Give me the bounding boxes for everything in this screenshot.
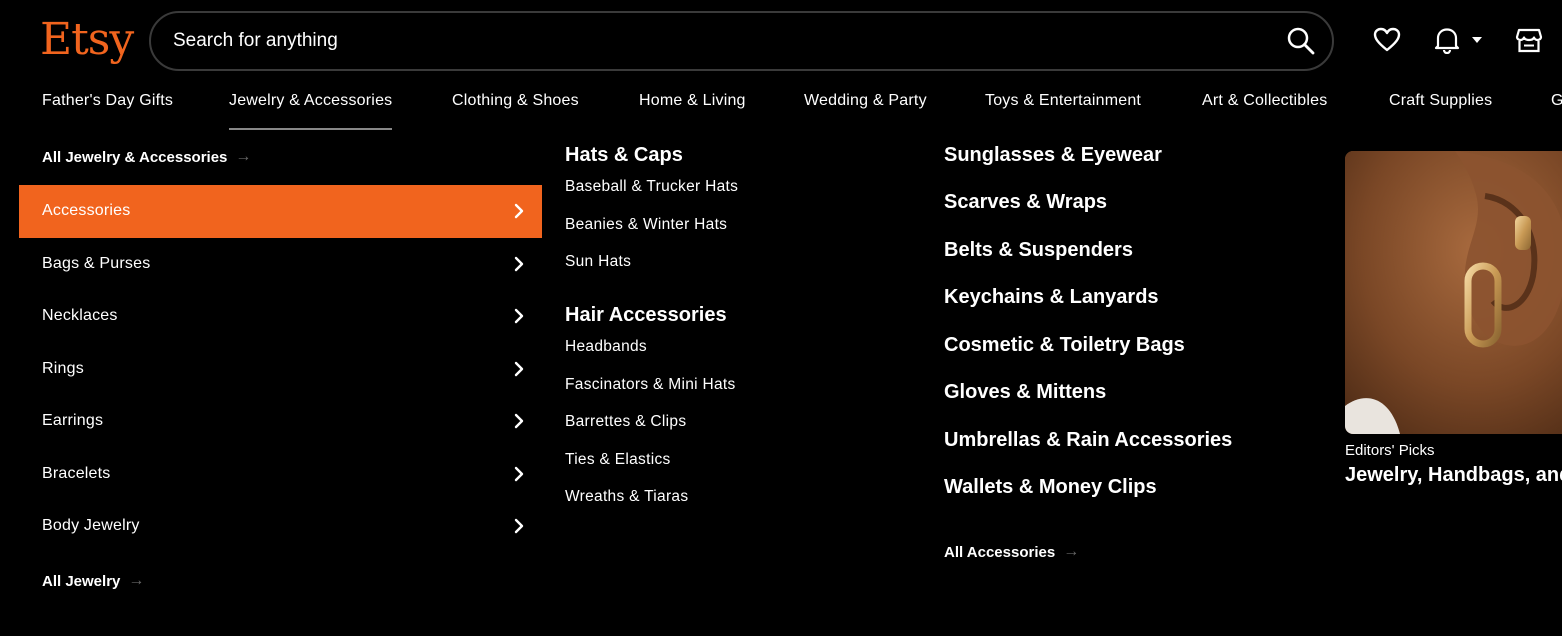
subcategory-bracelets[interactable]: Bracelets [19,448,542,501]
shop-icon[interactable] [1515,26,1543,54]
link-beanies-winter-hats[interactable]: Beanies & Winter Hats [565,216,727,234]
category-art-collectibles[interactable]: Art & Collectibles [1202,92,1327,110]
etsy-page: Etsy Father's Day Gifts Jewelry & Access… [0,0,1562,636]
search-icon[interactable] [1286,26,1316,56]
editors-picks-title[interactable]: Jewelry, Handbags, and [1345,464,1562,487]
heart-icon[interactable] [1373,27,1401,53]
all-link-label: All Jewelry & Accessories [42,148,228,166]
link-cosmetic-toiletry-bags[interactable]: Cosmetic & Toiletry Bags [944,334,1185,357]
etsy-logo[interactable]: Etsy [40,12,134,68]
subcategory-label: Bags & Purses [42,254,151,272]
subcategory-rings[interactable]: Rings [19,343,542,396]
all-jewelry-accessories-link[interactable]: All Jewelry & Accessories → [42,148,251,166]
category-nav: Father's Day Gifts Jewelry & Accessories… [0,80,1562,130]
link-baseball-trucker-hats[interactable]: Baseball & Trucker Hats [565,178,738,196]
arrow-right-icon: → [235,148,252,165]
link-wallets-money-clips[interactable]: Wallets & Money Clips [944,476,1157,499]
chevron-right-icon [514,466,524,481]
link-keychains-lanyards[interactable]: Keychains & Lanyards [944,286,1159,309]
arrow-right-icon: → [128,572,145,589]
subcategory-label: Body Jewelry [42,517,140,535]
chevron-right-icon [514,256,524,271]
category-clothing-shoes[interactable]: Clothing & Shoes [452,92,579,110]
chevron-right-icon [514,308,524,324]
link-fascinators-mini-hats[interactable]: Fascinators & Mini Hats [565,376,736,394]
editors-picks-label: Editors' Picks [1345,442,1435,459]
chevron-right-icon [514,361,524,376]
all-link-label: All Jewelry [42,572,121,590]
all-jewelry-link[interactable]: All Jewelry → [42,572,144,590]
link-wreaths-tiaras[interactable]: Wreaths & Tiaras [565,488,688,506]
subcategory-earrings[interactable]: Earrings [19,395,542,448]
subcategory-label: Rings [42,359,84,377]
link-ties-elastics[interactable]: Ties & Elastics [565,451,671,469]
earring-photo-illustration [1345,151,1562,434]
chevron-right-icon [514,413,524,429]
link-headbands[interactable]: Headbands [565,338,647,356]
editors-picks-image[interactable] [1345,151,1562,434]
group-title-hair-accessories[interactable]: Hair Accessories [565,304,727,327]
category-wedding-party[interactable]: Wedding & Party [804,92,927,110]
chevron-right-icon [514,518,524,534]
subcategory-label: Accessories [42,202,131,220]
category-toys-entertainment[interactable]: Toys & Entertainment [985,92,1141,110]
link-belts-suspenders[interactable]: Belts & Suspenders [944,239,1133,262]
search-input[interactable] [173,13,1253,69]
subcategory-label: Necklaces [42,307,118,325]
group-title-hats-caps[interactable]: Hats & Caps [565,144,683,167]
arrow-right-icon: → [1063,543,1080,560]
chevron-right-icon [514,203,524,219]
subcategory-label: Earrings [42,412,104,430]
bell-icon[interactable] [1434,26,1460,54]
subcategory-label: Bracelets [42,464,111,482]
category-fathers-day[interactable]: Father's Day Gifts [42,92,173,110]
all-accessories-link[interactable]: All Accessories → [944,543,1079,561]
link-sun-hats[interactable]: Sun Hats [565,253,631,271]
category-home-living[interactable]: Home & Living [639,92,746,110]
category-gifts-truncated[interactable]: G [1551,92,1562,110]
subcategory-bags-purses[interactable]: Bags & Purses [19,238,542,291]
link-sunglasses-eyewear[interactable]: Sunglasses & Eyewear [944,144,1162,167]
all-link-label: All Accessories [944,543,1056,561]
subcategory-body-jewelry[interactable]: Body Jewelry [19,500,542,553]
category-jewelry-accessories[interactable]: Jewelry & Accessories [229,92,393,130]
link-barrettes-clips[interactable]: Barrettes & Clips [565,413,686,431]
link-umbrellas-rain-accessories[interactable]: Umbrellas & Rain Accessories [944,429,1232,452]
subcategory-list: Accessories Bags & Purses Necklaces Ring… [19,185,542,553]
subcategory-necklaces[interactable]: Necklaces [19,290,542,343]
category-craft-supplies[interactable]: Craft Supplies [1389,92,1492,110]
search-bar [149,11,1334,71]
link-gloves-mittens[interactable]: Gloves & Mittens [944,381,1106,404]
caret-down-icon[interactable] [1471,36,1483,44]
subcategory-accessories[interactable]: Accessories [19,185,542,238]
link-scarves-wraps[interactable]: Scarves & Wraps [944,191,1107,214]
